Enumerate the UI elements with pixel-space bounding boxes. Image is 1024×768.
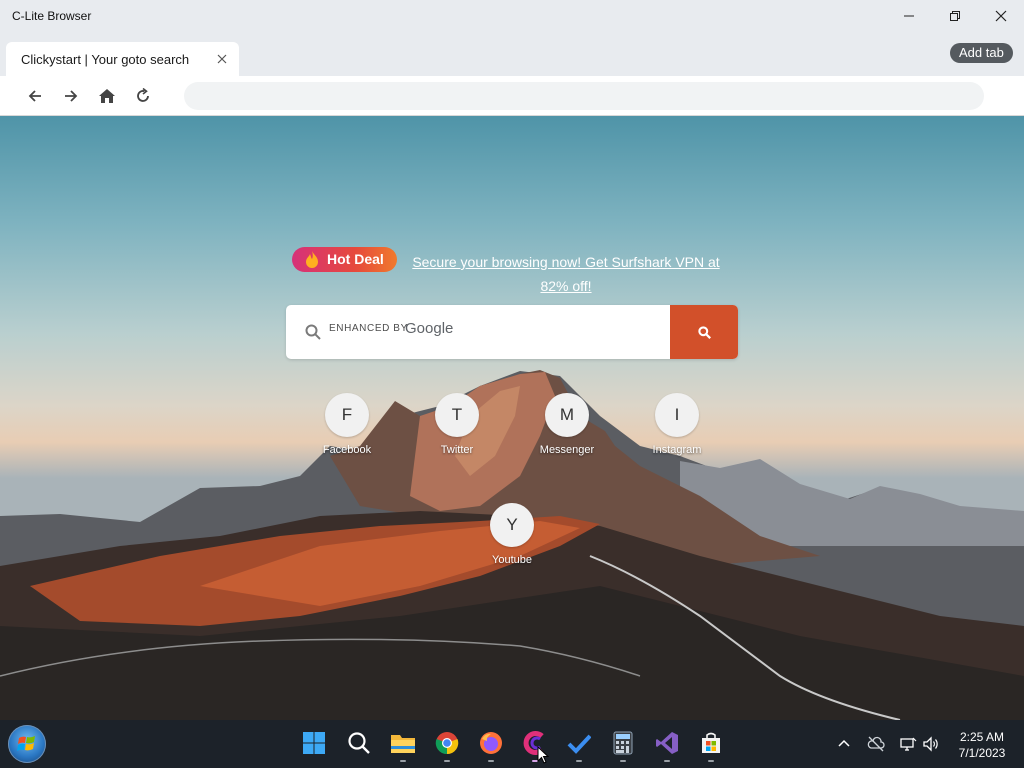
shortcut-label: Messenger <box>539 444 595 456</box>
chrome-icon <box>435 732 459 755</box>
close-icon <box>995 10 1007 22</box>
todo-button[interactable] <box>566 730 592 756</box>
calculator-icon <box>613 731 633 755</box>
maximize-button[interactable] <box>932 0 978 32</box>
search-icon <box>348 732 370 754</box>
clock-date: 7/1/2023 <box>958 746 1006 760</box>
mouse-pointer-icon <box>537 746 549 764</box>
microsoft-store-button[interactable] <box>698 730 724 756</box>
shortcut-icon: F <box>325 393 369 437</box>
file-explorer-icon <box>391 735 415 753</box>
shortcut-icon: T <box>435 393 479 437</box>
onedrive-offline-icon[interactable] <box>867 735 885 753</box>
reload-icon <box>137 88 149 102</box>
running-indicator <box>620 760 626 762</box>
visual-studio-icon <box>656 732 678 754</box>
tab-close-icon[interactable] <box>215 52 229 66</box>
chrome-button[interactable] <box>434 730 460 756</box>
volume-icon[interactable] <box>922 735 940 753</box>
system-clock[interactable]: 2:25 AM 7/1/2023 <box>950 729 1014 761</box>
back-button[interactable] <box>25 86 45 106</box>
chevron-up-icon[interactable] <box>835 735 853 753</box>
search-box: ENHANCED BY Google <box>286 305 738 359</box>
clock-time: 2:25 AM <box>959 730 1005 744</box>
close-button[interactable] <box>978 0 1024 32</box>
shortcut-icon: I <box>655 393 699 437</box>
forward-button[interactable] <box>61 86 81 106</box>
search-input[interactable] <box>328 317 658 347</box>
shortcut-label: Instagram <box>652 444 702 456</box>
shortcut-instagram[interactable]: I Instagram <box>637 393 717 456</box>
shortcut-icon: Y <box>490 503 534 547</box>
hot-deal-label: Hot Deal <box>327 251 384 267</box>
tab-label: Clickystart | Your goto search <box>21 52 190 67</box>
window-title: C-Lite Browser <box>12 9 92 23</box>
windows-start-icon <box>303 732 325 754</box>
visual-studio-button[interactable] <box>654 730 680 756</box>
minimize-button[interactable] <box>886 0 932 32</box>
taskbar: 2:25 AM 7/1/2023 <box>0 720 1024 768</box>
running-indicator <box>488 760 494 762</box>
windows-start-button[interactable] <box>301 730 327 756</box>
title-bar: C-Lite Browser <box>0 0 1024 34</box>
search-icon <box>305 324 321 340</box>
file-explorer-button[interactable] <box>390 730 416 756</box>
home-icon <box>99 89 115 103</box>
todo-icon <box>567 734 591 754</box>
running-indicator <box>664 760 670 762</box>
flame-icon <box>306 251 318 268</box>
add-tab-button[interactable]: Add tab <box>950 43 1013 63</box>
mountain-background <box>0 370 1024 720</box>
tab-clickystart[interactable]: Clickystart | Your goto search <box>6 42 239 76</box>
arrow-left-icon <box>28 90 41 102</box>
windows-orb-button[interactable] <box>8 725 46 763</box>
running-indicator <box>576 760 582 762</box>
running-indicator <box>400 760 406 762</box>
navigation-toolbar <box>0 76 1024 116</box>
shortcut-label: Twitter <box>440 444 474 456</box>
search-button[interactable] <box>670 305 738 359</box>
search-icon <box>697 325 711 339</box>
restore-icon <box>950 11 960 21</box>
start-page: Hot Deal Secure your browsing now! Get S… <box>0 116 1024 720</box>
hot-deal-badge[interactable]: Hot Deal <box>292 247 397 272</box>
tab-strip: Clickystart | Your goto search Add tab <box>0 34 1024 76</box>
shortcut-twitter[interactable]: T Twitter <box>417 393 497 456</box>
shortcut-label: Youtube <box>492 554 532 566</box>
shortcut-icon: M <box>545 393 589 437</box>
reload-button[interactable] <box>133 86 153 106</box>
taskbar-search-button[interactable] <box>346 730 372 756</box>
minimize-icon <box>904 15 914 17</box>
running-indicator <box>444 760 450 762</box>
address-bar[interactable] <box>184 82 984 110</box>
network-icon[interactable] <box>899 735 917 753</box>
shortcut-messenger[interactable]: M Messenger <box>527 393 607 456</box>
promo-link[interactable]: Secure your browsing now! Get Surfshark … <box>400 250 732 298</box>
shortcut-youtube[interactable]: Y Youtube <box>472 503 552 566</box>
firefox-button[interactable] <box>478 730 504 756</box>
calculator-button[interactable] <box>610 730 636 756</box>
running-indicator <box>708 760 714 762</box>
arrow-right-icon <box>65 90 78 102</box>
home-button[interactable] <box>97 86 117 106</box>
windows-logo-icon <box>17 736 35 751</box>
microsoft-store-icon <box>702 732 720 753</box>
firefox-icon <box>480 732 502 754</box>
shortcut-facebook[interactable]: F Facebook <box>307 393 387 456</box>
shortcut-label: Facebook <box>322 444 372 456</box>
